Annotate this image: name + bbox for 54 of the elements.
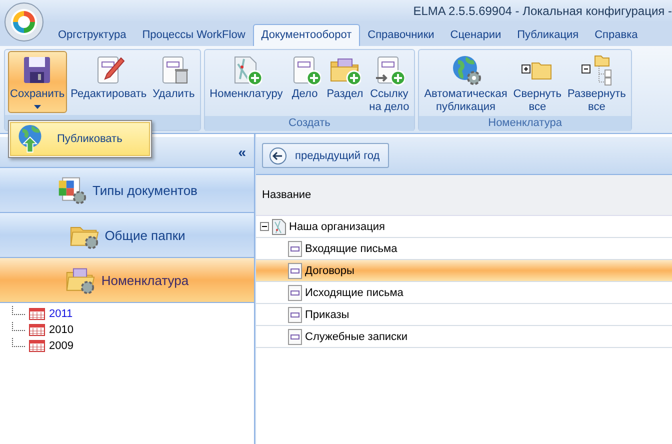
ribbon-button[interactable]: Свернуть все (511, 51, 564, 115)
table-row[interactable]: Наша организация (256, 216, 672, 238)
calendar-icon (29, 340, 45, 352)
tree-item[interactable]: 2011 (49, 308, 73, 320)
table-row[interactable]: Договоры (256, 260, 672, 282)
table-row[interactable]: Исходящие письма (256, 282, 672, 304)
ribbon-group-label: Номенклатура (419, 116, 631, 131)
ribbon-button[interactable]: Автоматическая публикация (422, 51, 510, 115)
row-label: Исходящие письма (305, 286, 404, 298)
case-folder-icon (288, 262, 302, 278)
ribbon-tab[interactable]: Оргструктура (50, 24, 134, 46)
table-row[interactable]: Приказы (256, 304, 672, 326)
navigation-button[interactable]: Общие папки (0, 213, 254, 258)
row-label: Входящие письма (305, 242, 398, 254)
ribbon-tab[interactable]: Документооборот (253, 24, 360, 46)
collapse-toggle-icon[interactable] (260, 222, 269, 231)
previous-year-button[interactable]: предыдущий год (262, 143, 389, 168)
ribbon-group-label: Создать (204, 116, 414, 131)
navigation-button[interactable]: Типы документов (0, 168, 254, 213)
row-label: Наша организация (289, 220, 385, 232)
calendar-icon (29, 308, 45, 320)
row-label: Договоры (305, 264, 354, 276)
row-label: Служебные записки (305, 330, 408, 342)
case-folder-icon (288, 306, 302, 322)
tree-item[interactable]: 2010 (49, 324, 74, 336)
ribbon-tab[interactable]: Справочники (360, 24, 442, 46)
menu-item[interactable]: Публиковать (10, 122, 150, 156)
ribbon-button[interactable]: Ссылку на дело (367, 51, 412, 115)
case-folder-icon (288, 328, 302, 344)
calendar-icon (29, 324, 45, 336)
case-folder-icon (288, 240, 302, 256)
table-row[interactable]: Служебные записки (256, 326, 672, 348)
ribbon-button[interactable]: Дело (286, 51, 323, 102)
row-label: Приказы (305, 308, 350, 320)
link-add-icon (373, 54, 406, 86)
case-folder-icon (288, 284, 302, 300)
ribbon-tab[interactable]: Процессы WorkFlow (134, 24, 254, 46)
window-title: ELMA 2.5.5.69904 - Локальная конфигурация - (413, 4, 672, 18)
ribbon-button[interactable]: Сохранить (8, 51, 67, 113)
document-types-icon (56, 175, 87, 205)
map-icon (272, 218, 286, 234)
ribbon-button[interactable]: Редактировать (68, 51, 149, 102)
ribbon-tab[interactable]: Справка (586, 24, 646, 46)
ribbon-button[interactable]: Раздел (324, 51, 366, 102)
ribbon-tab[interactable]: Публикация (509, 24, 587, 46)
ribbon-button[interactable]: Удалить (150, 51, 197, 102)
ribbon-tab[interactable]: Сценарии (442, 24, 510, 46)
ribbon-button[interactable]: Развернуть все (566, 51, 628, 115)
collapse-button[interactable]: « (230, 144, 254, 160)
column-header: Название (262, 189, 312, 201)
navigation-button[interactable]: Номенклатура (0, 258, 254, 303)
ribbon-button[interactable]: Номенклатуру (208, 51, 285, 102)
tree-item[interactable]: 2009 (49, 340, 74, 352)
expand-folder-icon (580, 54, 613, 86)
